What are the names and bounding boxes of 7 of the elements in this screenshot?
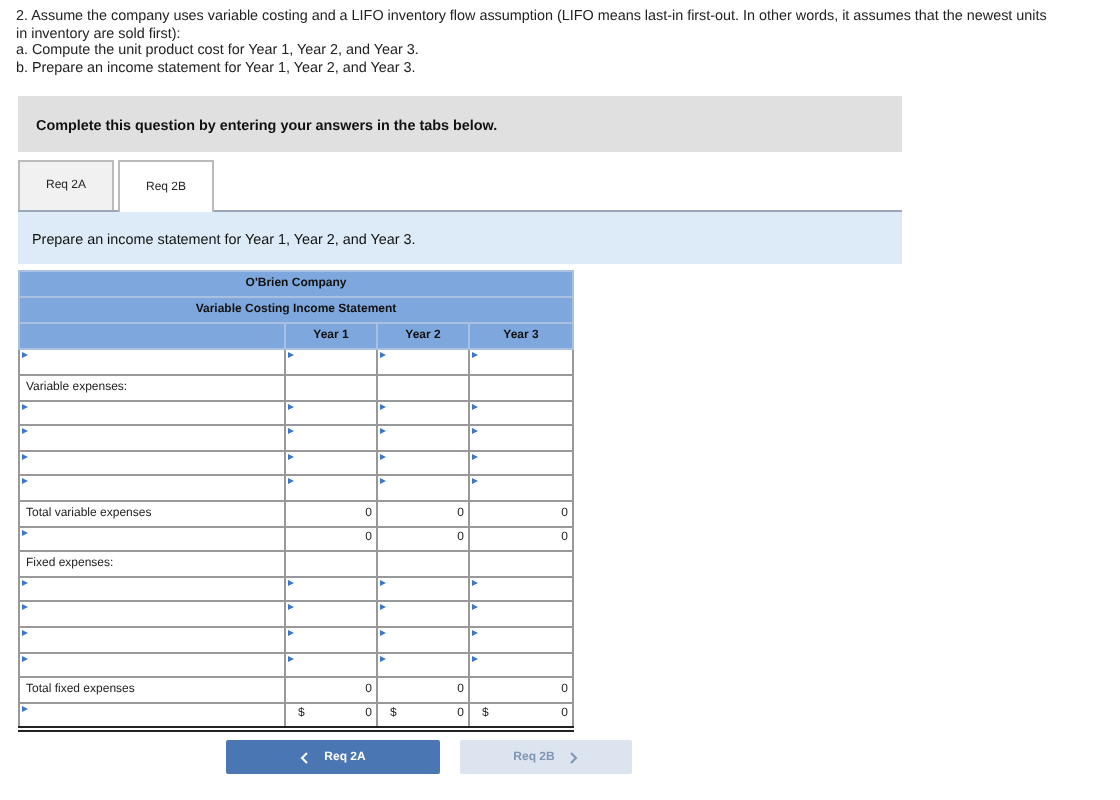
input-marker-icon [22,428,28,435]
input-marker-icon [22,478,28,485]
input-marker-icon [22,604,28,611]
chevron-left-icon [300,751,309,764]
input-marker-icon [22,629,28,636]
chevron-right-icon [570,751,579,764]
input-marker-icon [22,352,28,359]
